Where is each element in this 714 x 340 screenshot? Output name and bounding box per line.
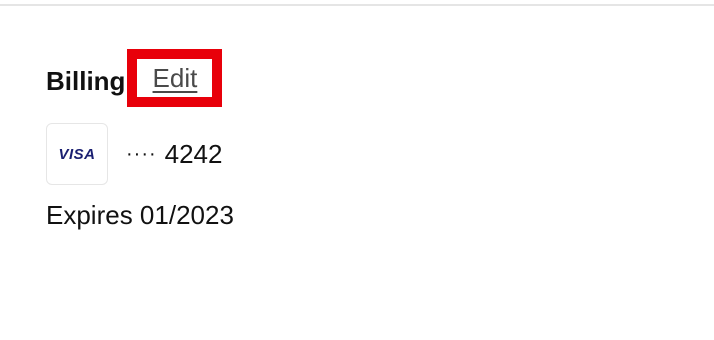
card-last4: 4242 bbox=[164, 138, 223, 169]
edit-highlight-box: Edit bbox=[127, 49, 223, 107]
billing-header: Billing Edit bbox=[46, 49, 686, 107]
visa-logo-icon: VISA bbox=[46, 123, 108, 185]
billing-title: Billing bbox=[46, 66, 126, 96]
edit-link[interactable]: Edit bbox=[153, 65, 198, 91]
top-divider bbox=[0, 4, 714, 6]
card-expiry: Expires 01/2023 bbox=[46, 200, 234, 230]
billing-section: Billing Edit VISA ···· 4242 Expires 01/2… bbox=[46, 49, 686, 231]
payment-card-row: VISA ···· 4242 bbox=[46, 122, 686, 186]
card-masked-dots: ···· bbox=[126, 142, 157, 165]
card-brand-label: VISA bbox=[58, 145, 96, 163]
